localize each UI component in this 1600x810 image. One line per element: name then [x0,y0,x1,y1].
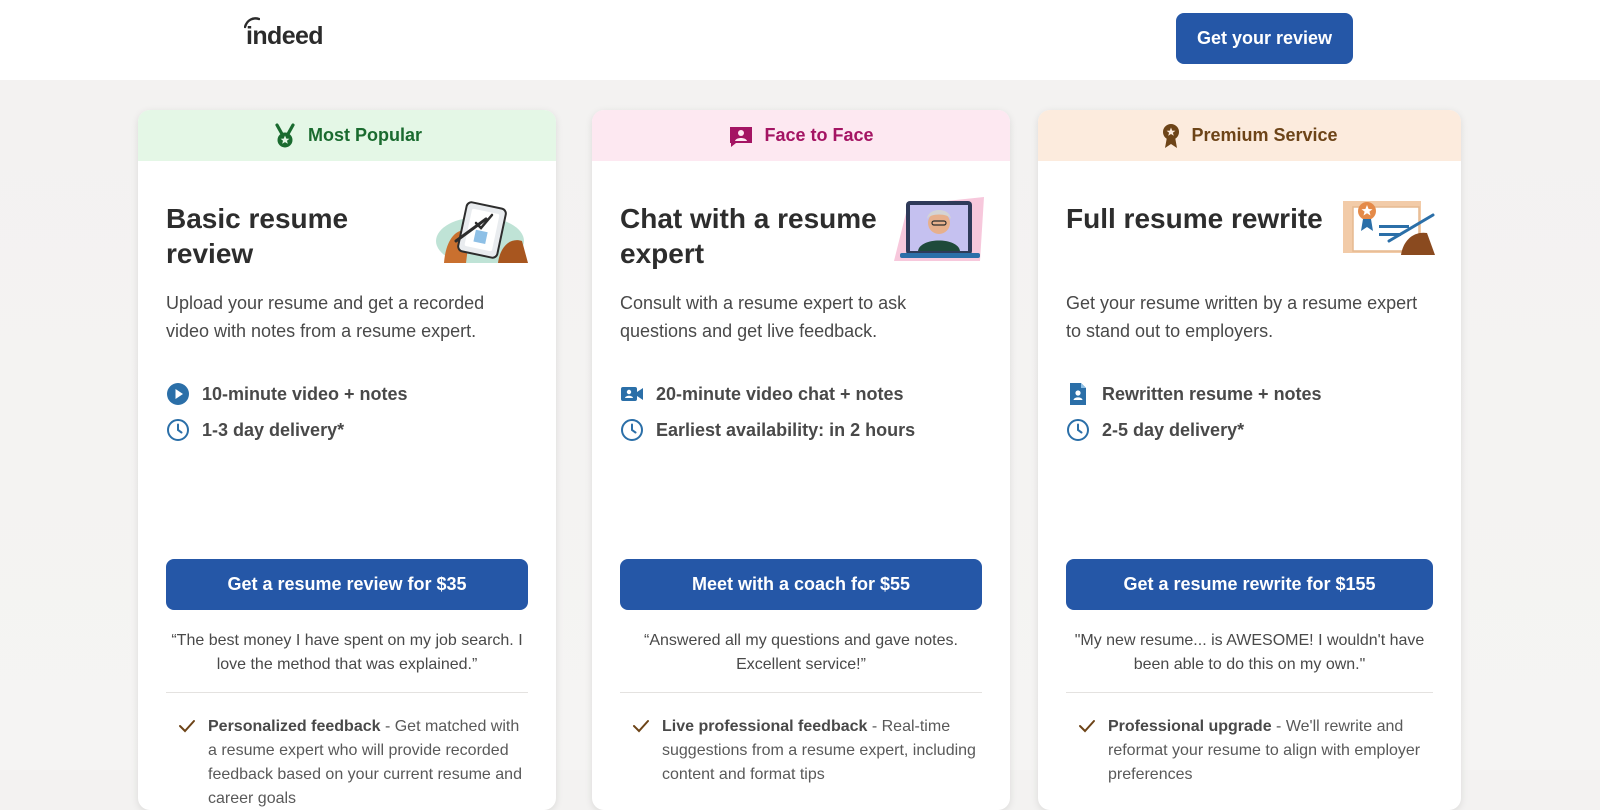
checkmark-icon [633,720,649,733]
play-circle-icon [167,383,189,405]
get-your-review-button[interactable]: Get your review [1176,13,1353,64]
divider [1066,692,1433,693]
feature-text: Earliest availability: in 2 hours [656,419,916,440]
face-to-face-banner: Face to Face [592,110,1010,161]
feature-list: Rewritten resume + notes 2-5 day deliver… [1066,376,1322,448]
benefit-title: Professional upgrade [1108,718,1272,735]
medal-icon [275,122,295,147]
card-description: Consult with a resume expert to ask ques… [620,293,907,341]
top-navigation-bar: indeed Get your review [0,0,1600,80]
feature-list: 20-minute video chat + notes Earliest av… [620,376,915,448]
badge-label: Premium Service [1191,125,1338,145]
testimonial-quote: "My new resume... is AWESOME! I wouldn't… [1074,632,1425,673]
feature-text: 10-minute video + notes [202,383,408,404]
divider [620,692,982,693]
benefit-text-block: Personalized feedback - Get matched with… [208,715,528,810]
feature-item: 2-5 day delivery* [1066,412,1322,448]
award-ribbon-icon [1163,123,1180,148]
indeed-logo[interactable]: indeed [244,17,324,51]
feature-text: 1-3 day delivery* [202,419,345,440]
full-rewrite-card: Premium Service Full resume rewrite Get … [1038,110,1461,810]
video-camera-icon [621,387,643,401]
benefit-text-block: Live professional feedback - Real-time s… [662,715,982,787]
clock-icon [167,419,189,441]
chat-expert-card: Face to Face Chat with a resume expert C… [592,110,1010,810]
benefit-title: Live professional feedback [662,718,868,735]
benefit-item: Professional upgrade - We'll rewrite and… [1066,715,1433,787]
chat-person-icon [730,126,753,147]
benefit-item: Personalized feedback - Get matched with… [166,715,528,810]
meet-with-coach-button[interactable]: Meet with a coach for $55 [620,559,982,610]
feature-item: 10-minute video + notes [166,376,408,412]
benefit-text-block: Professional upgrade - We'll rewrite and… [1108,715,1433,787]
card-title: Chat with a resume expert [620,203,877,269]
certificate-illustration [1343,201,1435,255]
resume-document-icon [1070,383,1086,405]
card-description: Get your resume written by a resume expe… [1066,293,1418,341]
feature-item: 1-3 day delivery* [166,412,408,448]
benefit-item: Live professional feedback - Real-time s… [620,715,982,787]
benefit-title: Personalized feedback [208,718,381,735]
card-title: Basic resume review [166,203,349,269]
get-resume-review-button[interactable]: Get a resume review for $35 [166,559,528,610]
checkmark-icon [1079,720,1095,733]
card-description: Upload your resume and get a recorded vi… [166,293,485,341]
card-title: Full resume rewrite [1066,203,1323,234]
badge-label: Most Popular [307,125,422,145]
clock-icon [1067,419,1089,441]
badge-label: Face to Face [764,125,874,145]
feature-text: Rewritten resume + notes [1102,383,1322,404]
clock-icon [621,419,643,441]
video-call-illustration [894,197,984,261]
feature-list: 10-minute video + notes 1-3 day delivery… [166,376,408,448]
checkmark-icon [179,720,195,733]
logo-arc-icon [244,17,260,29]
feature-item: 20-minute video chat + notes [620,376,915,412]
testimonial-quote: “Answered all my questions and gave note… [644,632,958,673]
get-resume-rewrite-button[interactable]: Get a resume rewrite for $155 [1066,559,1433,610]
premium-service-banner: Premium Service [1038,110,1461,161]
clipboard-illustration [436,201,528,263]
feature-item: Earliest availability: in 2 hours [620,412,915,448]
testimonial-quote: “The best money I have spent on my job s… [171,632,523,673]
feature-text: 2-5 day delivery* [1102,419,1245,440]
most-popular-banner: Most Popular [138,110,556,161]
feature-item: Rewritten resume + notes [1066,376,1322,412]
basic-review-card: Most Popular Basic resume review Upload … [138,110,556,810]
divider [166,692,528,693]
feature-text: 20-minute video chat + notes [656,383,904,404]
